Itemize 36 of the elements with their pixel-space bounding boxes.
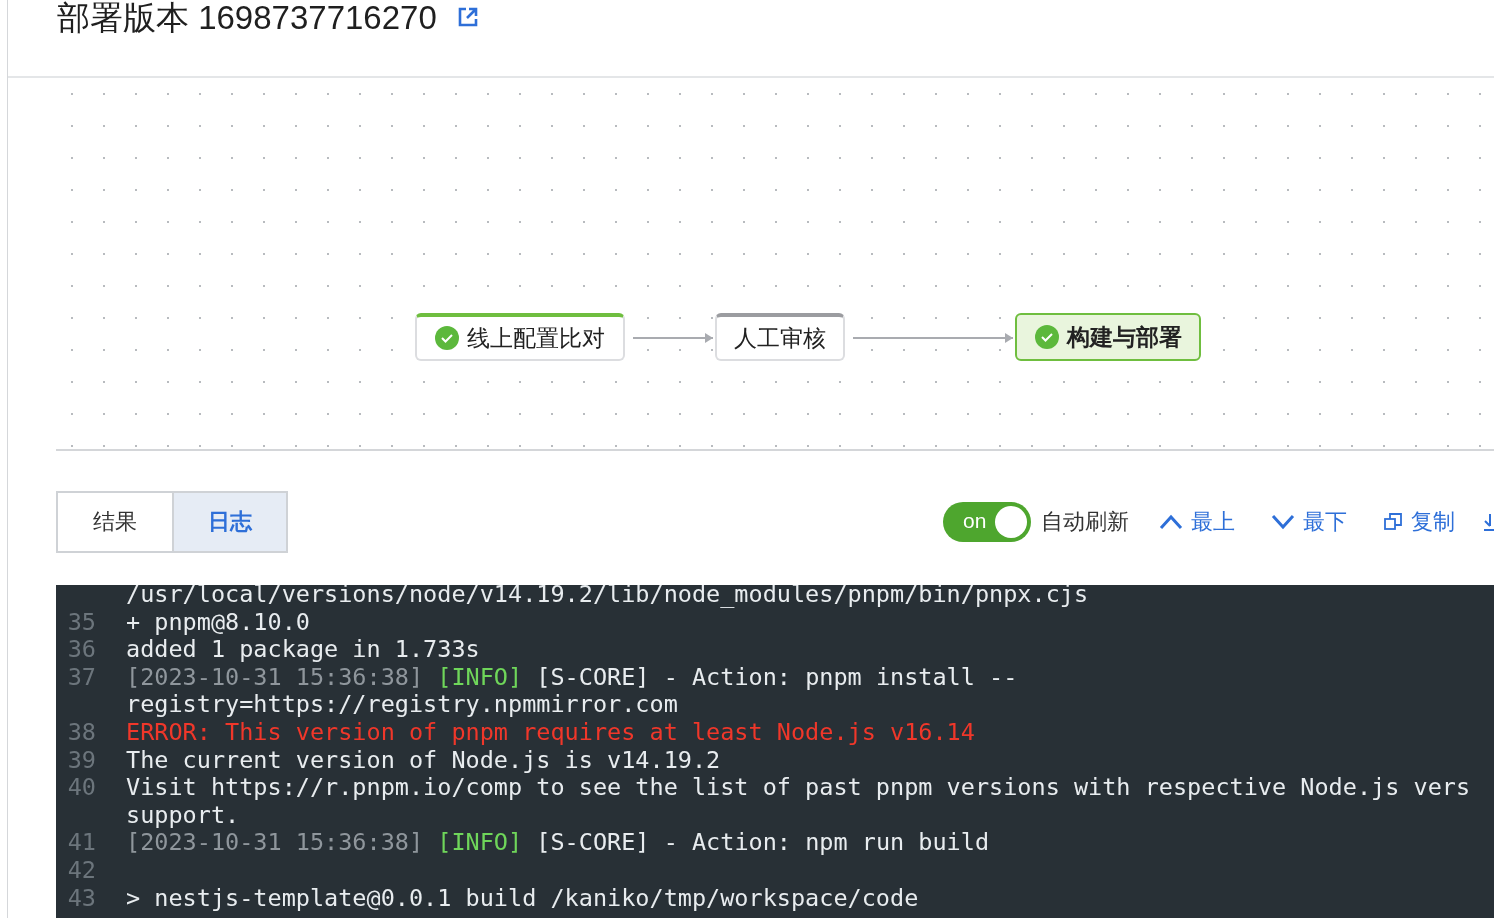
line-number: 35	[66, 608, 97, 637]
tab[interactable]: 日志	[172, 493, 286, 551]
external-link-icon[interactable]	[456, 6, 479, 28]
pipeline-stage[interactable]: 构建与部署	[1015, 313, 1201, 361]
line-number: 43	[66, 884, 97, 913]
log-line: + pnpm@8.10.0	[126, 608, 310, 637]
chevron-up-icon	[1159, 514, 1183, 530]
copy-button[interactable]: 复制	[1383, 507, 1455, 537]
line-number: 41	[66, 829, 97, 857]
log-line: The current version of Node.js is v14.19.2	[126, 746, 721, 775]
log-line: [2023-10-31 15:36:38] [INFO] [S-CORE] - Action: npm run build	[126, 829, 990, 857]
scroll-bottom-button[interactable]: 最下	[1271, 507, 1347, 537]
log-line: added 1 package in 1.733s	[126, 636, 480, 664]
line-number: 36	[66, 636, 97, 664]
line-number: 39	[66, 746, 97, 775]
copy-icon	[1383, 512, 1403, 532]
line-number: 38	[66, 718, 97, 747]
log-line: [2023-10-31 15:36:38] [INFO] [S-CORE] - Action: pnpm install --	[126, 663, 1018, 692]
pipeline-stage[interactable]: 线上配置比对	[415, 313, 625, 361]
check-circle-icon	[1034, 325, 1059, 349]
line-number: 42	[66, 856, 97, 885]
line-number: 40	[66, 774, 97, 802]
check-circle-icon	[435, 326, 459, 350]
pipeline-stage[interactable]: 人工审核	[715, 313, 845, 361]
auto-refresh-label: 自动刷新	[1041, 508, 1129, 536]
chevron-down-icon	[1271, 514, 1295, 530]
log-line: Visit https://r.pnpm.io/comp to see the list of past pnpm versions with respective Node.js vers	[126, 774, 1471, 802]
scroll-top-button[interactable]: 最上	[1159, 507, 1235, 537]
log-line: > nestjs-template@0.0.1 build /kaniko/tmp/workspace/code	[126, 884, 919, 913]
download-icon[interactable]	[1483, 512, 1494, 532]
page-title: 部署版本 1698737716270	[57, 0, 437, 36]
log-line: support.	[126, 801, 240, 830]
log-line: registry=https://registry.npmmirror.com	[126, 691, 678, 719]
log-line: ERROR: This version of pnpm requires at least Node.js v16.14	[126, 718, 975, 747]
line-number: 37	[66, 663, 97, 692]
toggle-switch[interactable]: on	[943, 502, 1031, 542]
